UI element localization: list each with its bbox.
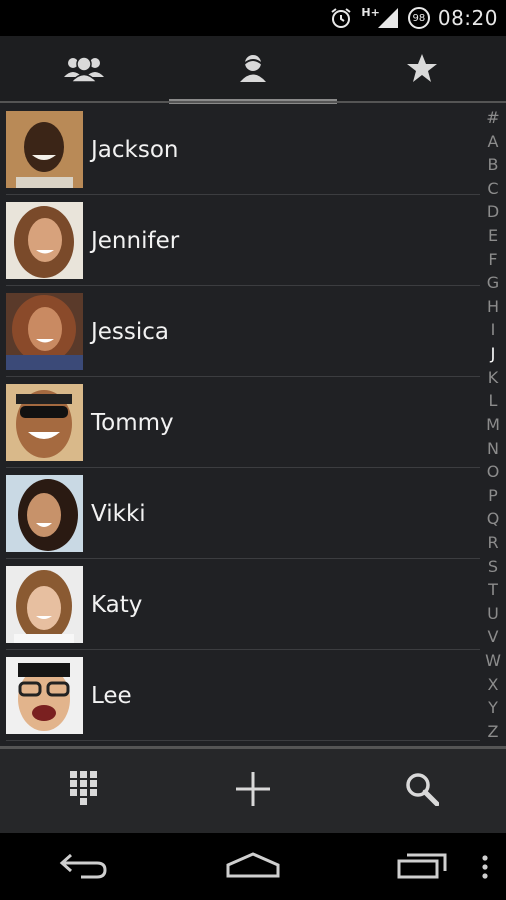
navigation-bar [0,833,506,900]
add-icon [235,771,271,811]
index-letter[interactable]: L [489,393,498,409]
index-letter[interactable]: D [487,204,499,220]
tab-favorites[interactable] [337,36,506,103]
avatar [6,566,83,643]
index-letter[interactable]: U [487,605,499,622]
star-icon [406,53,438,87]
search-icon [405,772,440,810]
avatar [6,293,83,370]
index-letter[interactable]: Y [488,700,498,716]
contact-name: Vikki [91,500,146,527]
avatar [6,475,83,552]
home-button[interactable] [169,851,338,883]
index-letter[interactable]: B [488,157,499,173]
index-letter[interactable]: G [487,275,499,291]
dialpad-button[interactable] [0,749,169,833]
alarm-icon [329,6,353,30]
index-letter[interactable]: J [491,346,496,362]
avatar [6,202,83,279]
index-letter[interactable]: I [491,322,496,338]
tab-divider [0,101,506,103]
index-letter[interactable]: E [488,228,498,244]
group-icon [63,53,105,87]
index-letter[interactable]: N [487,440,499,457]
contacts-screen: H+ 98 08:20 Jackson Jennifer Jessica Tom… [0,0,506,900]
index-letter[interactable]: V [488,629,499,645]
clock: 08:20 [437,6,498,30]
index-letter[interactable]: F [488,251,497,268]
contact-row[interactable]: Jessica [0,286,480,377]
overflow-menu-icon[interactable] [482,855,488,883]
contact-name: Katy [91,591,143,618]
person-icon [239,53,267,87]
tab-contacts[interactable] [168,36,338,104]
contact-name: Jennifer [91,227,180,254]
avatar [6,384,83,461]
index-letter[interactable]: H [487,298,499,315]
index-letter[interactable]: W [485,653,501,669]
index-letter[interactable]: T [488,582,498,598]
tab-groups[interactable] [0,36,169,103]
contact-name: Jessica [91,318,170,345]
avatar [6,111,83,188]
battery-icon: 98 [407,7,430,29]
dialpad-icon [70,771,98,811]
index-letter[interactable]: # [486,110,499,126]
contact-row[interactable]: Katy [0,559,480,650]
contact-row[interactable]: Jennifer [0,195,480,286]
contact-name: Tommy [91,409,174,436]
contact-name: Lee [91,682,132,709]
home-icon [226,851,280,883]
status-bar: H+ 98 08:20 [0,0,506,36]
alphabet-index[interactable]: # A B C D E F G H I J K L M N O P Q R S T U V W X Y Z [480,110,506,740]
index-letter[interactable]: M [486,416,500,433]
action-bar [0,749,506,833]
index-letter[interactable]: P [488,487,498,504]
contact-row[interactable]: Lee [0,650,480,741]
index-letter[interactable]: C [487,180,498,197]
back-button[interactable] [0,851,169,883]
signal-icon: H+ [361,6,399,30]
contact-name: Jackson [91,136,179,163]
add-contact-button[interactable] [169,749,338,833]
avatar [6,657,83,734]
back-icon [59,851,109,883]
index-letter[interactable]: O [487,464,500,480]
contact-row[interactable]: Jackson [0,104,480,195]
index-letter[interactable]: Q [487,511,500,527]
contact-row[interactable]: Tommy [0,377,480,468]
index-letter[interactable]: R [487,534,498,551]
search-button[interactable] [337,749,506,833]
index-letter[interactable]: Z [488,723,499,740]
index-letter[interactable]: A [488,133,499,150]
recents-button[interactable] [337,851,506,883]
battery-level: 98 [407,7,430,29]
index-letter[interactable]: S [488,558,498,575]
contact-row[interactable]: Vikki [0,468,480,559]
index-letter[interactable]: X [488,676,499,693]
contacts-list[interactable]: Jackson Jennifer Jessica Tommy Vikki Kat… [0,104,480,744]
network-type-label: H+ [361,5,380,19]
recents-icon [397,851,447,883]
index-letter[interactable]: K [488,369,499,386]
tab-bar [0,36,506,104]
